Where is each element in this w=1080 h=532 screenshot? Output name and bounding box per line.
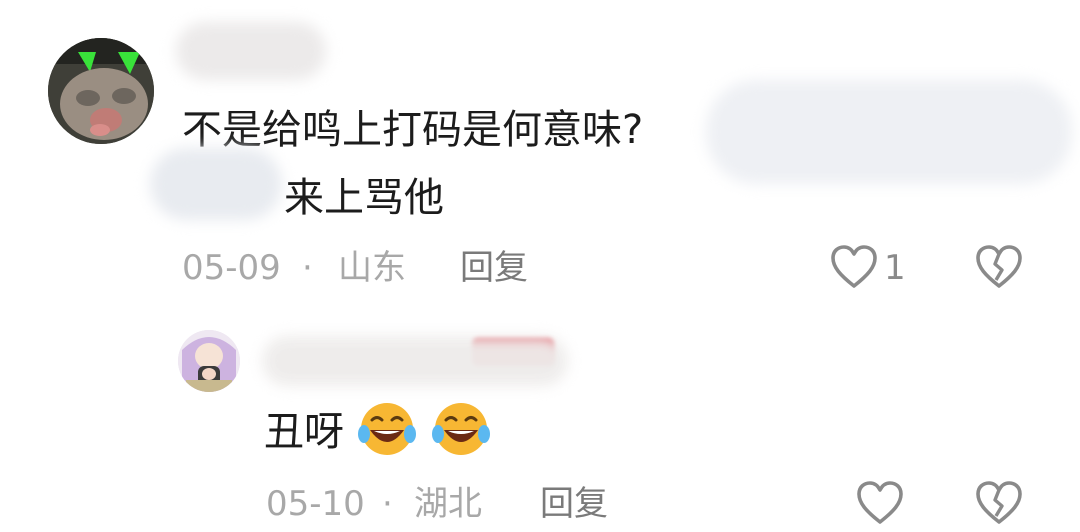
like-count: 1 — [884, 248, 906, 288]
heart-icon — [831, 245, 877, 288]
reply-dislike-button[interactable] — [974, 480, 1024, 526]
reply-reply-button[interactable]: 回复 — [540, 484, 608, 524]
reply-text: 丑呀 — [264, 409, 344, 455]
reply-button[interactable]: 回复 — [460, 248, 528, 288]
comment-text-line1: 不是给鸣上打码是何意味? — [182, 107, 644, 153]
laughing-crying-emoji — [430, 400, 492, 458]
heart-icon — [857, 481, 903, 524]
comment-location: 山东 — [338, 248, 406, 288]
mention-redacted[interactable] — [150, 148, 282, 220]
username-redacted[interactable] — [176, 22, 326, 80]
dislike-button[interactable] — [974, 244, 1024, 290]
reply-like-button[interactable] — [856, 480, 904, 526]
comment-text-line2: 来上骂他 — [284, 175, 444, 221]
reply-avatar[interactable] — [178, 330, 240, 392]
reply-username-redacted[interactable] — [262, 336, 568, 386]
comment-date: 05-09 — [182, 248, 281, 288]
meta-separator: · — [382, 484, 393, 524]
reply-date: 05-10 — [266, 484, 365, 524]
broken-heart-icon — [976, 481, 1022, 524]
cat-avatar-image — [48, 38, 154, 144]
like-button[interactable] — [830, 244, 878, 290]
laughing-crying-emoji — [356, 400, 418, 458]
meta-separator: · — [302, 248, 313, 288]
avatar[interactable] — [48, 38, 154, 144]
reply-location: 湖北 — [414, 484, 482, 524]
anime-avatar-image — [178, 330, 240, 392]
redacted-region — [706, 80, 1072, 184]
broken-heart-icon — [976, 245, 1022, 288]
